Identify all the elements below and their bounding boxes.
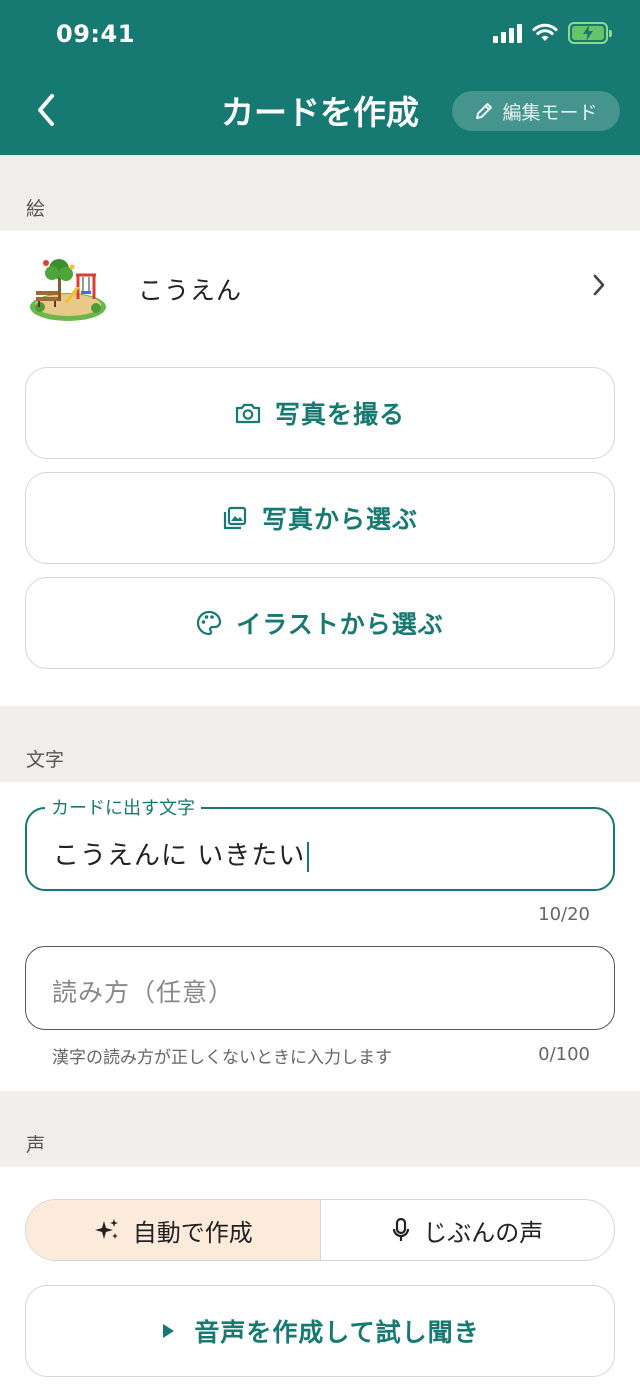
reading-field[interactable]: 読み方（任意） — [25, 946, 615, 1030]
sparkles-icon — [94, 1219, 118, 1239]
selected-picture-name: こうえん — [138, 276, 243, 305]
battery-icon — [568, 22, 612, 44]
segment-auto[interactable]: 自動で作成 — [26, 1200, 321, 1260]
status-icons — [493, 22, 612, 44]
app-header: 09:41 カードを作成 編集モード — [0, 0, 640, 155]
card-text-value: こうえんに いきたい — [53, 841, 306, 871]
park-illustration-icon — [30, 259, 106, 321]
selected-picture-row[interactable]: こうえん — [0, 231, 640, 341]
status-time: 09:41 — [56, 20, 135, 48]
pencil-icon — [476, 103, 493, 119]
wifi-icon — [532, 23, 558, 41]
voice-panel: 自動で作成 じぶんの声 音声を作成して試し聞き — [0, 1167, 640, 1385]
choose-illustration-label: イラストから選ぶ — [236, 610, 444, 639]
section-label-text: 文字 — [26, 749, 65, 771]
edit-mode-button[interactable]: 編集モード — [452, 91, 620, 131]
section-label-voice: 声 — [26, 1134, 46, 1156]
card-text-label: カードに出す文字 — [45, 794, 201, 820]
take-photo-label: 写真を撮る — [274, 400, 405, 429]
reading-helper-text: 漢字の読み方が正しくないときに入力します — [52, 1048, 392, 1068]
segment-auto-label: 自動で作成 — [132, 1218, 253, 1247]
choose-illustration-button[interactable]: イラストから選ぶ — [25, 577, 615, 669]
card-text-counter: 10/20 — [538, 904, 590, 925]
edit-mode-label: 編集モード — [502, 101, 598, 124]
text-panel: カードに出す文字 こうえんに いきたい 10/20 読み方（任意） 漢字の読み方… — [0, 782, 640, 1091]
microphone-icon — [393, 1217, 410, 1241]
photo-library-icon — [223, 506, 247, 530]
segment-own-voice-label: じぶんの声 — [423, 1218, 544, 1247]
reading-placeholder: 読み方（任意） — [52, 978, 235, 1007]
take-photo-button[interactable]: 写真を撮る — [25, 367, 615, 459]
camera-icon — [235, 403, 261, 424]
play-icon — [163, 1324, 175, 1338]
section-label-picture: 絵 — [26, 198, 46, 220]
text-cursor — [307, 841, 310, 872]
generate-preview-button[interactable]: 音声を作成して試し聞き — [25, 1285, 615, 1377]
voice-source-selector: 自動で作成 じぶんの声 — [25, 1199, 615, 1261]
picture-panel: こうえん 写真を撮る 写真から選ぶ イラストから選ぶ — [0, 231, 640, 706]
cellular-signal-icon — [493, 23, 522, 43]
card-text-value-wrap: こうえんに いきたい — [53, 835, 310, 872]
segment-own-voice[interactable]: じぶんの声 — [321, 1200, 615, 1260]
reading-counter: 0/100 — [538, 1044, 590, 1065]
palette-icon — [197, 610, 222, 636]
chevron-right-icon — [593, 274, 605, 296]
card-text-field[interactable]: カードに出す文字 こうえんに いきたい — [25, 794, 615, 891]
choose-photo-label: 写真から選ぶ — [261, 505, 418, 534]
choose-photo-button[interactable]: 写真から選ぶ — [25, 472, 615, 564]
generate-preview-label: 音声を作成して試し聞き — [194, 1318, 480, 1347]
